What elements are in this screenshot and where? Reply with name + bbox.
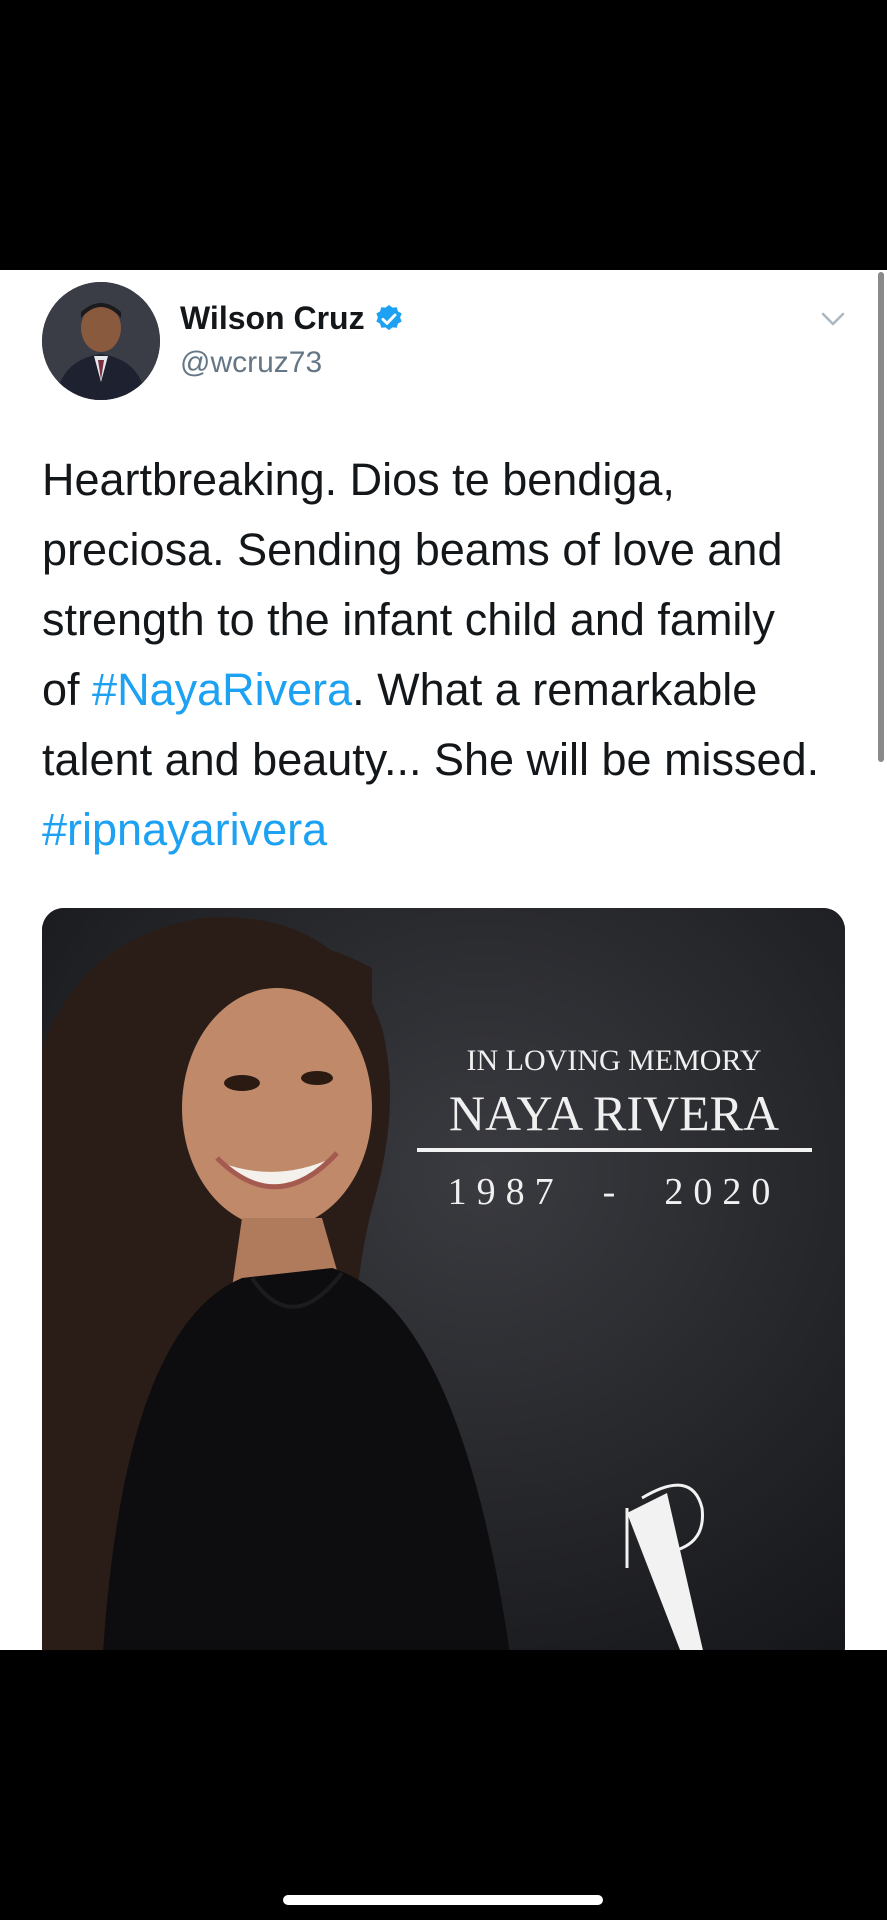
scroll-indicator[interactable]: [878, 272, 884, 762]
bottom-black-bar: [0, 1650, 887, 1920]
hashtag-link[interactable]: #ripnayarivera: [42, 804, 327, 855]
display-name[interactable]: Wilson Cruz: [180, 300, 365, 337]
tweet-card[interactable]: Wilson Cruz @wcruz73 Heartbreaking. Dios…: [0, 270, 887, 1650]
tweet-text-fragment: of: [42, 664, 93, 715]
caption-in-loving-memory: IN LOVING MEMORY: [467, 1044, 762, 1077]
caption-name: NAYA RIVERA: [449, 1085, 779, 1141]
tweet-text-line: preciosa. Sending beams of love and: [42, 524, 783, 575]
tweet-text-fragment: . What a remarkable: [352, 664, 758, 715]
hashtag-link[interactable]: #NayaRivera: [92, 664, 352, 715]
avatar[interactable]: [42, 282, 160, 400]
memorial-caption: IN LOVING MEMORY NAYA RIVERA 1987 - 2020: [448, 1044, 781, 1213]
tweet-text-line: Heartbreaking. Dios te bendiga,: [42, 454, 675, 505]
tweet-text-line: of #NayaRivera. What a remarkable: [42, 655, 862, 725]
tweet-text-line: strength to the infant child and family: [42, 594, 775, 645]
verified-badge-icon: [375, 304, 402, 330]
chevron-down-icon[interactable]: [818, 304, 848, 334]
home-indicator[interactable]: [283, 1895, 603, 1905]
tweet-text-line: talent and beauty... She will be missed.: [42, 734, 820, 785]
tweet-text: Heartbreaking. Dios te bendiga, preciosa…: [42, 445, 862, 865]
tweet-media-image[interactable]: IN LOVING MEMORY NAYA RIVERA 1987 - 2020: [42, 908, 845, 1650]
tweet-text-line: #ripnayarivera: [42, 795, 862, 865]
avatar-photo: [42, 282, 160, 400]
author-handle[interactable]: @wcruz73: [180, 346, 322, 380]
top-black-bar: [0, 0, 887, 270]
author-name-row[interactable]: Wilson Cruz: [180, 300, 405, 337]
caption-years: 1987 - 2020: [448, 1171, 781, 1213]
